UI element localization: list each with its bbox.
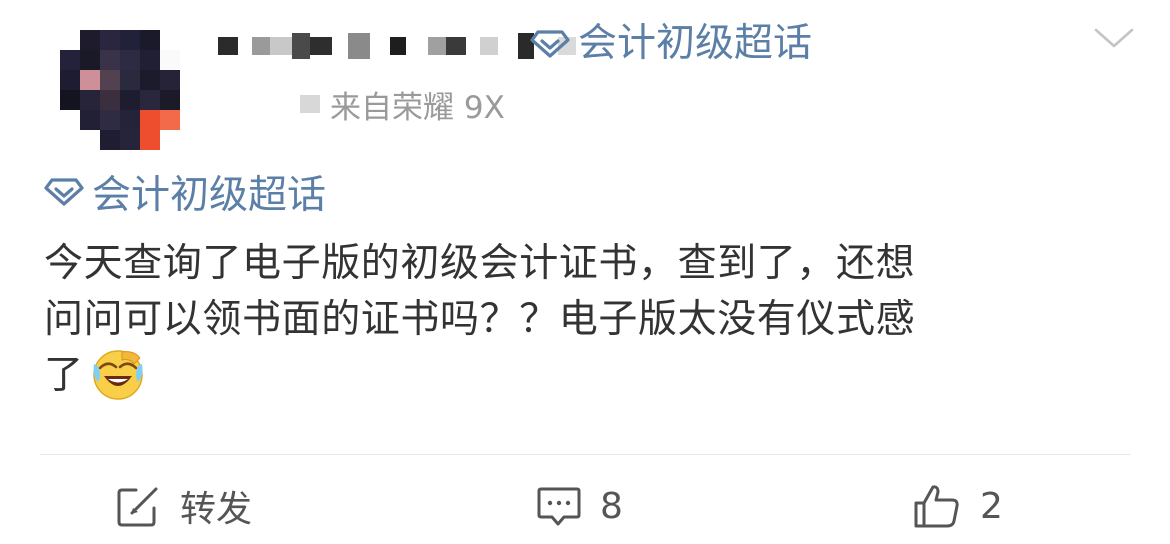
post-text-line: 了 (44, 353, 84, 398)
repost-label: 转发 (180, 489, 253, 530)
super-topic-diamond-icon (530, 29, 570, 59)
header-topic-label: 会计初级超话 (578, 21, 813, 66)
body-topic-link[interactable]: 会计初级超话 (44, 164, 326, 220)
post-source: 来自荣耀 9X (300, 84, 505, 126)
repost-icon (116, 484, 162, 528)
super-topic-diamond-icon (44, 177, 84, 207)
body-topic-label: 会计初级超话 (92, 173, 327, 218)
avatar[interactable] (60, 30, 180, 150)
divider (40, 454, 1130, 455)
time-censored (300, 95, 320, 113)
chevron-down-icon[interactable] (1092, 22, 1136, 54)
comment-button[interactable]: 8 (536, 478, 623, 534)
header-topic-tag[interactable]: 会计初级超话 (530, 18, 812, 70)
post-text-line: 问问可以领书面的证书吗？？电子版太没有仪式感 (44, 297, 916, 342)
like-button[interactable]: 2 (912, 478, 1003, 534)
source-label: 来自荣耀 9X (330, 89, 505, 126)
like-count: 2 (980, 485, 1003, 527)
thumbs-up-icon (912, 483, 962, 529)
post-text: 今天查询了电子版的初级会计证书，查到了，还想 问问可以领书面的证书吗？？电子版太… (44, 236, 1104, 406)
laugh-cry-emoji-icon (90, 346, 146, 402)
username-censored[interactable] (218, 28, 576, 64)
comment-count: 8 (600, 485, 623, 527)
post-text-line-last: 了 (44, 348, 1104, 406)
repost-button[interactable]: 转发 (116, 478, 252, 534)
post-text-line: 今天查询了电子版的初级会计证书，查到了，还想 (44, 241, 916, 286)
comment-icon (536, 484, 582, 528)
